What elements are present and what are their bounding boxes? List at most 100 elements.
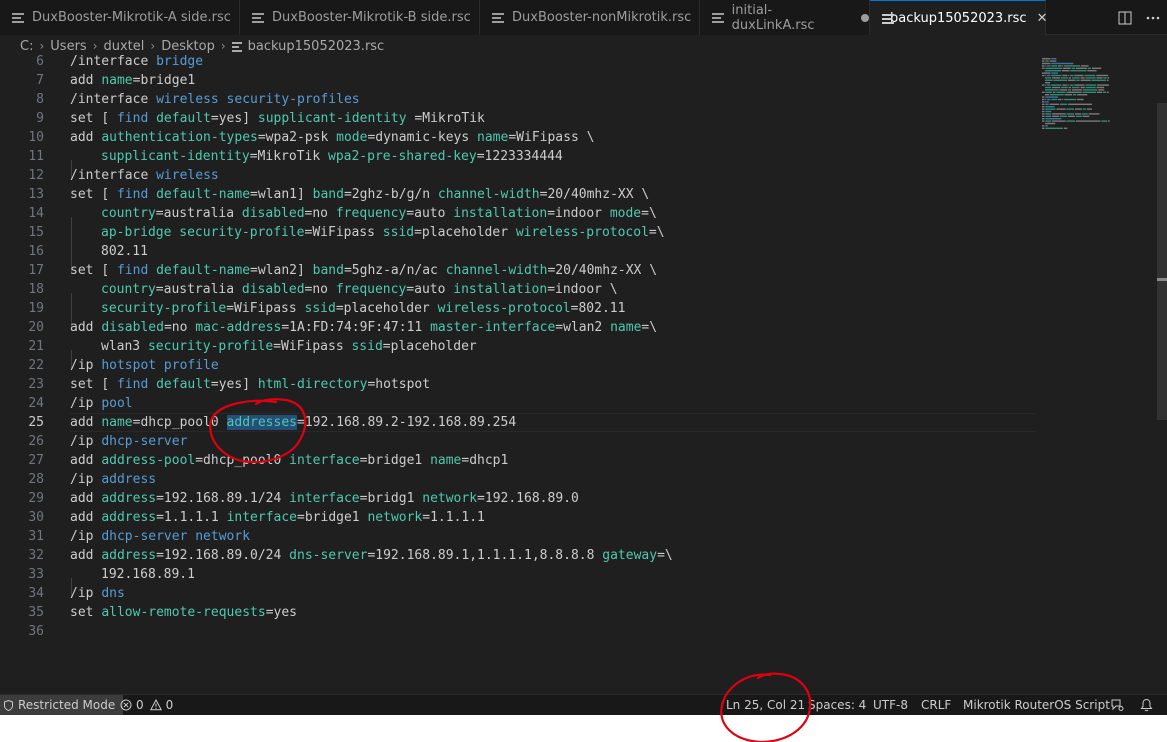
code-line[interactable]: add address=192.168.89.1/24 interface=br…	[70, 489, 1036, 508]
code-line[interactable]: add name=bridge1	[70, 71, 1036, 90]
code-token: wireless	[156, 168, 219, 183]
code-line[interactable]: /ip dns	[70, 584, 1036, 603]
code-line[interactable]: /interface wireless	[70, 166, 1036, 185]
feedback-icon[interactable]	[1110, 695, 1124, 715]
code-token: =5ghz-a/n/ac	[343, 263, 438, 278]
code-token: hotspot profile	[101, 358, 219, 373]
code-token: ]	[297, 187, 305, 202]
code-token: =placeholder	[414, 225, 509, 240]
code-line[interactable]: set [ find default=yes] supplicant-ident…	[70, 109, 1036, 128]
code-line[interactable]: /interface bridge	[70, 52, 1036, 71]
minimap-token	[1047, 74, 1051, 77]
code-line[interactable]: country=australia disabled=no frequency=…	[70, 280, 1036, 312]
notifications-bell-icon[interactable]	[1140, 695, 1153, 715]
restricted-mode-indicator[interactable]: Restricted Mode	[0, 695, 124, 715]
minimap-token	[1059, 115, 1068, 117]
close-icon[interactable]: ✕	[1037, 11, 1048, 26]
code-line[interactable]: add address=192.168.89.0/24 dns-server=1…	[70, 546, 1036, 565]
minimap-token	[1061, 77, 1068, 79]
code-token: mode	[336, 130, 368, 145]
unsaved-dot-icon[interactable]	[861, 13, 870, 22]
minimap-token	[1068, 84, 1070, 86]
code-line[interactable]: 802.11	[70, 242, 1036, 274]
minimap-token	[1042, 115, 1045, 117]
line-number: 32	[28, 548, 44, 563]
minimap-token	[1087, 67, 1091, 69]
line-number-gutter: 6 7 8 9 10 11 12 13 14 15 16 17 18 19 20 21 22 23 24 25 26 27…	[0, 52, 54, 641]
code-token: set	[70, 605, 94, 620]
code-line[interactable]	[70, 622, 1036, 641]
tab-initial-duxlinka[interactable]: initial-duxLinkA.rsc	[700, 0, 870, 35]
minimap-token	[1051, 98, 1058, 101]
code-token: address	[101, 510, 157, 525]
minimap-token	[1056, 108, 1066, 110]
error-count: 0	[136, 698, 144, 712]
language-mode[interactable]: Mikrotik RouterOS Script	[963, 695, 1110, 715]
code-line[interactable]: 192.168.89.1	[70, 565, 1036, 597]
code-line[interactable]: set [ find default-name=wlan1] band=2ghz…	[70, 185, 1036, 204]
code-line[interactable]: set [ find default-name=wlan2] band=5ghz…	[70, 261, 1036, 280]
tab-duxbooster-mikrotik-b[interactable]: DuxBooster-Mikrotik-B side.rsc	[240, 0, 480, 35]
code-line[interactable]: add disabled=no mac-address=1A:FD:74:9F:…	[70, 318, 1036, 337]
line-number: 24	[28, 396, 44, 411]
tab-label: initial-duxLinkA.rsc	[731, 2, 815, 33]
code-token: wireless security-profiles	[156, 92, 360, 107]
code-token: =dhcp_pool0	[132, 415, 219, 430]
minimap-token	[1085, 84, 1097, 86]
tab-duxbooster-mikrotik-a[interactable]: DuxBooster-Mikrotik-A side.rsc	[0, 0, 240, 35]
encoding-setting[interactable]: UTF-8	[873, 695, 908, 715]
code-line[interactable]: add authentication-types=wpa2-psk mode=d…	[70, 128, 1036, 147]
code-token: /ip	[70, 434, 94, 449]
scrollbar-thumb[interactable]	[1157, 103, 1167, 420]
code-token: =WiFipass \	[508, 130, 595, 145]
code-token: name	[610, 320, 642, 335]
minimap-token	[1045, 101, 1049, 103]
line-number: 20	[28, 320, 44, 335]
code-line[interactable]: add address=1.1.1.1 interface=bridge1 ne…	[70, 508, 1036, 527]
code-line[interactable]: security-profile=WiFipass ssid=placehold…	[70, 299, 1036, 331]
code-line[interactable]: add name=dhcp_pool0 addresses=192.168.89…	[70, 413, 1036, 432]
line-ending-setting[interactable]: CRLF	[921, 695, 951, 715]
code-lines[interactable]: /interface bridge add name=bridge1/interf…	[70, 52, 1036, 641]
code-token: [	[101, 377, 110, 392]
minimap-token	[1045, 91, 1053, 93]
code-line[interactable]: /interface wireless security-profiles	[70, 90, 1036, 109]
code-token: wireless-protocol	[437, 301, 571, 316]
code-token: =auto	[406, 282, 446, 297]
code-token: =bridge1	[297, 510, 360, 525]
minimap-token	[1082, 91, 1097, 93]
minimap-token	[1068, 74, 1070, 77]
line-number: 15	[28, 225, 44, 240]
code-line[interactable]: wlan3 security-profile=WiFipass ssid=pla…	[70, 337, 1036, 369]
editor-area[interactable]: 6 7 8 9 10 11 12 13 14 15 16 17 18 19 20 21 22 23 24 25 26 27…	[0, 54, 1167, 694]
code-line[interactable]: /ip address	[70, 470, 1036, 489]
minimap-token	[1045, 122, 1056, 125]
minimap-token	[1042, 125, 1045, 127]
problems-indicator[interactable]: 0 0	[120, 695, 173, 715]
code-line[interactable]: ap-bridge security-profile=WiFipass ssid…	[70, 223, 1036, 255]
code-line[interactable]: supplicant-identity=MikroTik wpa2-pre-sh…	[70, 147, 1036, 179]
split-editor-icon[interactable]	[1111, 7, 1139, 29]
tab-duxbooster-nonmikrotik[interactable]: DuxBooster-nonMikrotik.rsc	[480, 0, 700, 35]
tab-backup15052023[interactable]: backup15052023.rsc ✕	[870, 0, 1048, 36]
minimap[interactable]	[1040, 57, 1153, 147]
code-token: 192.168.89.1	[101, 567, 195, 582]
minimap-token	[1075, 113, 1081, 115]
code-line[interactable]: add address-pool=dhcp_pool0 interface=br…	[70, 451, 1036, 470]
line-number: 35	[28, 605, 44, 620]
code-line[interactable]: set [ find default=yes] html-directory=h…	[70, 375, 1036, 394]
minimap-token	[1051, 62, 1074, 65]
more-actions-icon[interactable]	[1139, 7, 1167, 29]
minimap-token	[1074, 84, 1085, 86]
code-line[interactable]: /ip dhcp-server	[70, 432, 1036, 451]
code-line[interactable]: set allow-remote-requests=yes	[70, 603, 1036, 622]
indentation-setting[interactable]: Spaces: 4	[808, 695, 866, 715]
code-line[interactable]: /ip dhcp-server network	[70, 527, 1036, 546]
code-line[interactable]: /ip hotspot profile	[70, 356, 1036, 375]
code-token: =bridge1	[132, 73, 196, 88]
code-line[interactable]: country=australia disabled=no frequency=…	[70, 204, 1036, 236]
minimap-token	[1103, 77, 1107, 79]
cursor-position[interactable]: Ln 25, Col 21	[726, 695, 805, 715]
code-line[interactable]: /ip pool	[70, 394, 1036, 413]
code-token: =802.11	[570, 301, 626, 316]
